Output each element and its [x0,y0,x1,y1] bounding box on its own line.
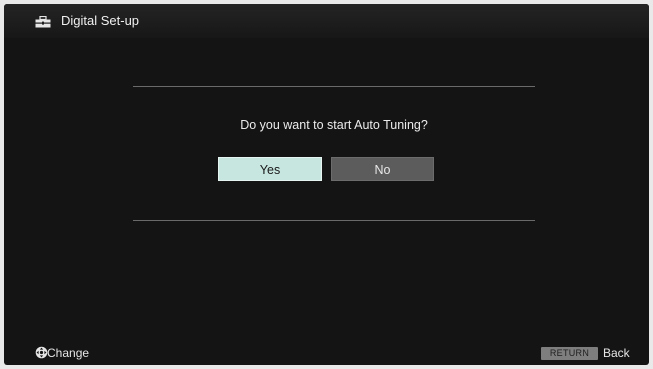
page-title: Digital Set-up [61,13,140,28]
back-label: Back [603,346,630,360]
toolbox-icon [35,15,51,28]
return-key-badge: RETURN [541,347,598,360]
change-label: Change [47,346,90,360]
yes-button[interactable]: Yes [218,157,322,181]
header-bar: Digital Set-up [4,4,649,38]
tv-screen: Digital Set-up Do you want to start Auto… [4,4,649,365]
no-button[interactable]: No [331,157,434,181]
bottom-divider [133,220,535,221]
top-divider [133,86,535,87]
dialog-question: Do you want to start Auto Tuning? [240,118,428,132]
